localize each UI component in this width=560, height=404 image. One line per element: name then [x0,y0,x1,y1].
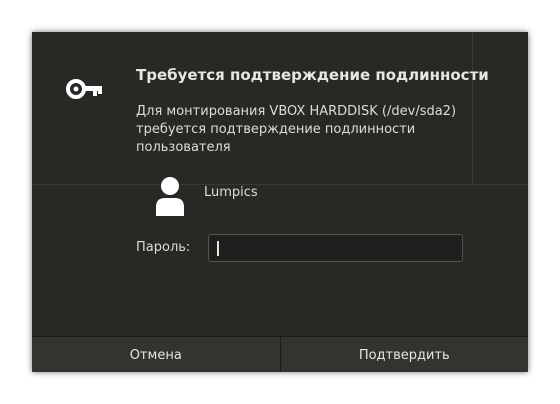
button-bar: Отмена Подтвердить [32,336,528,372]
username: Lumpics [204,185,258,200]
message-line: Для монтирования VBOX HARDDISK (/dev/sda… [136,104,457,119]
key-icon [66,79,102,99]
dialog-title: Требуется подтверждение подлинности [136,66,489,84]
dialog-message: Для монтирования VBOX HARDDISK (/dev/sda… [136,103,506,157]
password-input[interactable] [208,234,463,262]
message-line: пользователя [136,140,231,155]
message-line: требуется подтверждение подлинности [136,122,416,137]
cancel-button[interactable]: Отмена [32,337,280,372]
password-label: Пароль: [136,240,191,255]
text-caret [217,241,219,256]
user-avatar-icon [156,177,184,216]
confirm-button[interactable]: Подтвердить [279,337,528,372]
auth-dialog: Требуется подтверждение подлинности Для … [32,32,528,372]
